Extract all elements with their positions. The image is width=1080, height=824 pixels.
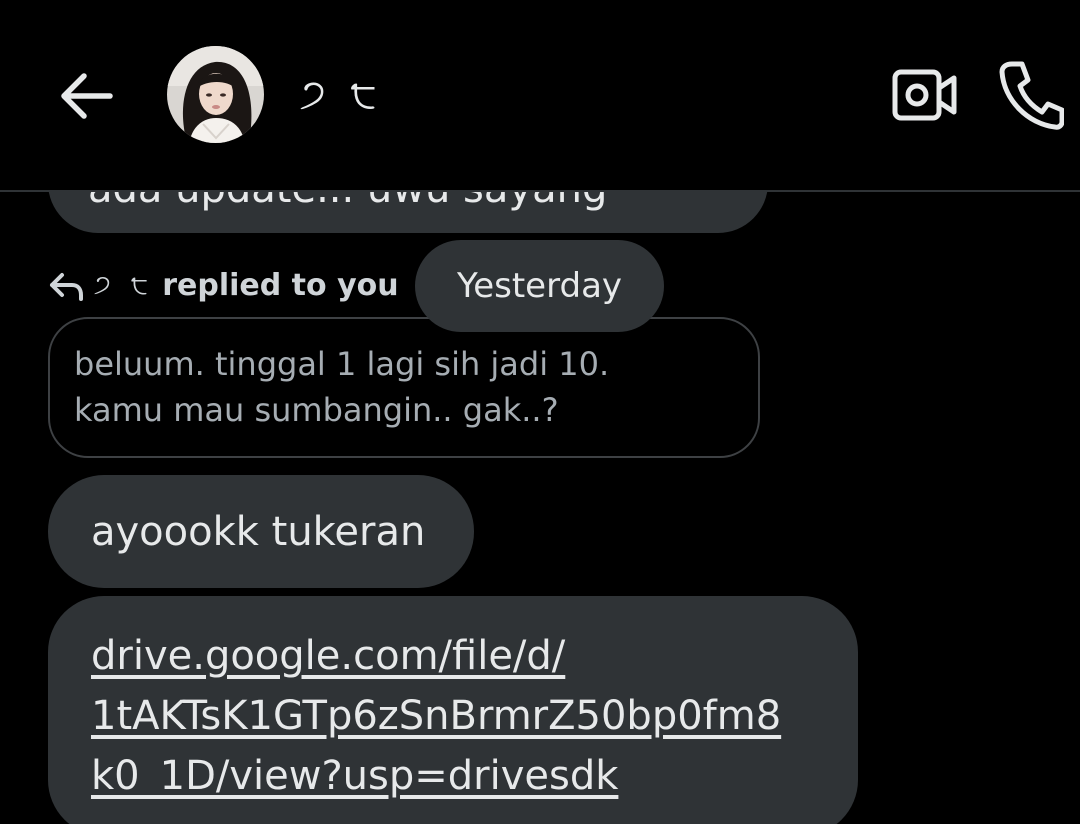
reply-sender-name: ੭ ੮ [94, 269, 155, 300]
date-separator: Yesterday [415, 240, 664, 332]
quoted-text-line: beluum. tinggal 1 lagi sih jadi 10. [74, 345, 610, 383]
drive-link-line[interactable]: drive.google.com/file/d/ [91, 626, 858, 686]
quoted-message[interactable]: beluum. tinggal 1 lagi sih jadi 10. kamu… [48, 317, 760, 458]
drive-link-line[interactable]: k0_1D/view?usp=drivesdk [91, 746, 858, 806]
voice-call-button[interactable] [998, 58, 1065, 130]
quoted-text-line: kamu mau sumbangin.. gak..? [74, 391, 559, 429]
arrow-left-icon [61, 73, 113, 119]
reply-arrow-icon [50, 273, 83, 301]
contact-name[interactable]: ੭ ੮ [300, 66, 383, 122]
phone-icon [999, 61, 1065, 130]
dm-conversation-screen: ada update... uwu sayang [0, 0, 1080, 824]
message-text: ayoookk tukeran [91, 508, 426, 555]
profile-photo [167, 46, 264, 143]
video-camera-icon [892, 69, 957, 121]
drive-link-line[interactable]: 1tAKTsK1GTp6zSnBrmrZ50bp0fm8 [91, 686, 858, 746]
message-bubble[interactable]: ayoookk tukeran [48, 475, 474, 588]
video-call-button[interactable] [890, 66, 958, 124]
message-bubble-link: drive.google.com/file/d/ 1tAKTsK1GTp6zSn… [48, 596, 858, 824]
conversation-header: ੭ ੮ [0, 0, 1080, 192]
reply-context-label: replied to you [162, 267, 399, 303]
back-button[interactable] [52, 66, 118, 126]
avatar[interactable] [167, 46, 264, 143]
reply-context[interactable]: ੭ ੮ replied to you [48, 262, 399, 308]
